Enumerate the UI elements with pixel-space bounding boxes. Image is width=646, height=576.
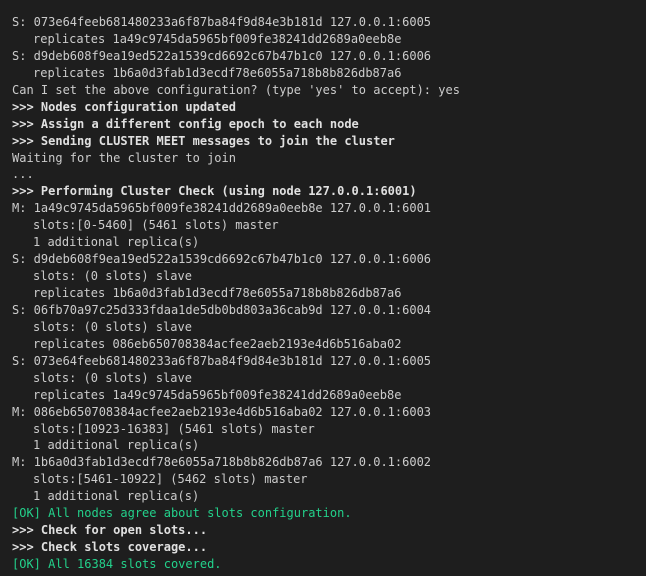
terminal-line: S: 073e64feeb681480233a6f87ba84f9d84e3b1…: [12, 353, 432, 368]
terminal-line: M: 1a49c9745da5965bf009fe38241dd2689a0ee…: [12, 201, 432, 216]
terminal-line: M: 1b6a0d3fab1d3ecdf78e6055a718b8b826db8…: [12, 455, 432, 470]
terminal-line: slots:[0-5460] (5461 slots) master: [33, 218, 279, 233]
terminal-status-line: >>> Nodes configuration updated: [12, 99, 236, 114]
terminal-line: replicates 1a49c9745da5965bf009fe38241dd…: [33, 387, 402, 402]
terminal-line: ...: [12, 167, 34, 182]
terminal-ok-line: [OK] All nodes agree about slots configu…: [12, 506, 352, 521]
terminal-line: Can I set the above configuration? (type…: [12, 82, 460, 97]
terminal-line: S: 06fb70a97c25d333fdaa1de5db0bd803a36ca…: [12, 302, 432, 317]
terminal-line: replicates 1b6a0d3fab1d3ecdf78e6055a718b…: [33, 65, 402, 80]
terminal-line: slots:[10923-16383] (5461 slots) master: [33, 421, 315, 436]
terminal-line: slots: (0 slots) slave: [33, 370, 192, 385]
terminal-line: 1 additional replica(s): [33, 235, 200, 250]
terminal-line: slots:[5461-10922] (5462 slots) master: [33, 472, 308, 487]
terminal-line: replicates 1b6a0d3fab1d3ecdf78e6055a718b…: [33, 286, 402, 300]
terminal-output[interactable]: S: 073e64feeb681480233a6f87ba84f9d84e3b1…: [0, 0, 646, 576]
terminal-line: S: 073e64feeb681480233a6f87ba84f9d84e3b1…: [12, 15, 432, 29]
terminal-line: replicates 1a49c9745da5965bf009fe38241dd…: [33, 31, 402, 46]
terminal-line: S: d9deb608f9ea19ed522a1539cd6692c67b47b…: [12, 48, 432, 63]
terminal-line: M: 086eb650708384acfee2aeb2193e4d6b516ab…: [12, 404, 432, 419]
terminal-line: S: d9deb608f9ea19ed522a1539cd6692c67b47b…: [12, 252, 432, 267]
terminal-line: slots: (0 slots) slave: [33, 319, 192, 334]
terminal-status-line: >>> Sending CLUSTER MEET messages to joi…: [12, 133, 395, 148]
terminal-ok-line: [OK] All 16384 slots covered.: [12, 557, 222, 571]
terminal-line: 1 additional replica(s): [33, 489, 200, 504]
terminal-status-line: >>> Assign a different config epoch to e…: [12, 116, 359, 131]
terminal-status-line: >>> Check for open slots...: [12, 523, 208, 538]
terminal-status-line: >>> Performing Cluster Check (using node…: [12, 184, 417, 199]
terminal-line: 1 additional replica(s): [33, 438, 200, 453]
terminal-line: Waiting for the cluster to join: [12, 150, 236, 165]
terminal-line: slots: (0 slots) slave: [33, 269, 192, 284]
terminal-status-line: >>> Check slots coverage...: [12, 540, 208, 555]
terminal-line: replicates 086eb650708384acfee2aeb2193e4…: [33, 336, 402, 351]
